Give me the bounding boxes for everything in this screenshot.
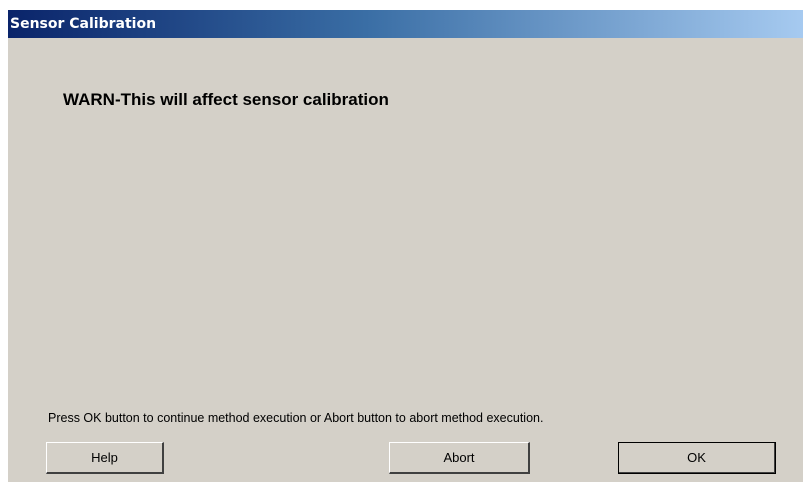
abort-button[interactable]: Abort [389,442,530,474]
window-title: Sensor Calibration [10,16,157,32]
instruction-text: Press OK button to continue method execu… [48,411,544,425]
title-bar[interactable]: Sensor Calibration [8,10,803,38]
ok-button[interactable]: OK [618,442,776,474]
help-button[interactable]: Help [46,442,164,474]
warning-message: WARN-This will affect sensor calibration [63,90,389,109]
dialog-body: WARN-This will affect sensor calibration… [8,38,803,482]
sensor-calibration-dialog: Sensor Calibration WARN-This will affect… [8,10,803,482]
